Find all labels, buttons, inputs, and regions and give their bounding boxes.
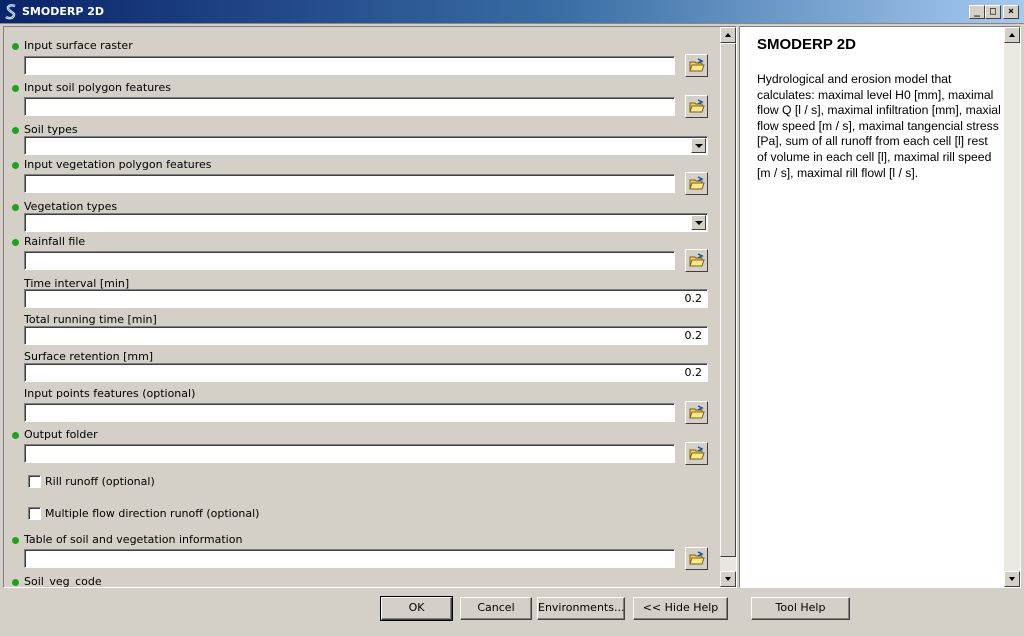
field-label: Total running time [min] [24,313,157,326]
scroll-thumb[interactable] [720,43,736,557]
rill-runoff-checkbox[interactable] [28,475,41,488]
required-indicator-icon [12,579,19,586]
field-label: Soil_veg_code [24,575,102,588]
folder-open-icon [689,446,705,460]
parameters-pane: Input surface raster Input soil polygon … [3,26,737,588]
hide-help-button[interactable]: << Hide Help [633,597,728,620]
help-scrollbar[interactable] [1004,27,1020,587]
window-title: SMODERP 2D [22,5,105,18]
browse-button[interactable] [685,172,708,195]
surface-retention-input[interactable]: 0.2 [24,363,708,382]
required-indicator-icon [12,239,19,246]
cancel-button[interactable]: Cancel [460,597,532,620]
environments-button[interactable]: Environments... [537,597,625,620]
folder-open-icon [689,551,705,565]
help-title: SMODERP 2D [757,36,856,53]
field-label: Output folder [24,428,98,441]
soil-veg-table-input[interactable] [24,549,675,568]
chevron-down-icon[interactable] [691,138,706,153]
field-label: Input soil polygon features [24,81,171,94]
chevron-down-icon[interactable] [691,215,706,230]
required-indicator-icon [12,43,19,50]
help-pane: SMODERP 2D Hydrological and erosion mode… [739,26,1021,588]
browse-button[interactable] [685,95,708,118]
points-features-input[interactable] [24,403,675,422]
field-label: Input points features (optional) [24,387,196,400]
scroll-up-icon[interactable] [1004,27,1020,43]
vegetation-polygon-input[interactable] [24,174,675,193]
required-indicator-icon [12,85,19,92]
folder-open-icon [689,176,705,190]
browse-button[interactable] [685,54,708,77]
scroll-up-icon[interactable] [720,27,736,43]
required-indicator-icon [12,537,19,544]
checkbox-label[interactable]: Multiple flow direction runoff (optional… [45,507,259,520]
field-label: Vegetation types [24,200,118,213]
close-button[interactable]: × [1003,5,1019,19]
folder-open-icon [689,405,705,419]
browse-button[interactable] [685,442,708,465]
folder-open-icon [689,58,705,72]
field-label: Surface retention [mm] [24,350,154,363]
multiple-flow-checkbox[interactable] [28,507,41,520]
required-indicator-icon [12,204,19,211]
browse-button[interactable] [685,401,708,424]
scroll-down-icon[interactable] [1004,571,1020,587]
required-indicator-icon [12,432,19,439]
time-interval-input[interactable]: 0.2 [24,289,708,308]
folder-open-icon [689,99,705,113]
field-label: Input vegetation polygon features [24,158,212,171]
ok-button[interactable]: OK [380,596,453,621]
form-scrollbar[interactable] [720,27,736,587]
soil-polygon-input[interactable] [24,97,675,116]
field-label: Rainfall file [24,235,86,248]
total-running-time-input[interactable]: 0.2 [24,326,708,345]
scroll-down-icon[interactable] [720,571,736,587]
browse-button[interactable] [685,249,708,272]
checkbox-label[interactable]: Rill runoff (optional) [45,475,155,488]
required-indicator-icon [12,162,19,169]
vegetation-types-select[interactable] [24,213,708,232]
title-bar[interactable]: SMODERP 2D _ □ × [0,0,1024,24]
required-indicator-icon [12,127,19,134]
surface-raster-input[interactable] [24,56,675,75]
maximize-icon: □ [989,6,997,17]
rainfall-file-input[interactable] [24,251,675,270]
tool-help-button[interactable]: Tool Help [751,597,850,620]
output-folder-input[interactable] [24,444,675,463]
browse-button[interactable] [685,547,708,570]
field-label: Input surface raster [24,39,133,52]
field-label: Soil types [24,123,78,136]
minimize-button[interactable]: _ [969,5,985,19]
field-label: Table of soil and vegetation information [24,533,243,546]
app-icon [5,4,16,20]
minimize-icon: _ [973,6,981,17]
help-description: Hydrological and erosion model that calc… [757,72,1001,180]
soil-types-select[interactable] [24,136,708,155]
maximize-button[interactable]: □ [985,5,1001,19]
folder-open-icon [689,253,705,267]
close-icon: × [1007,6,1015,17]
